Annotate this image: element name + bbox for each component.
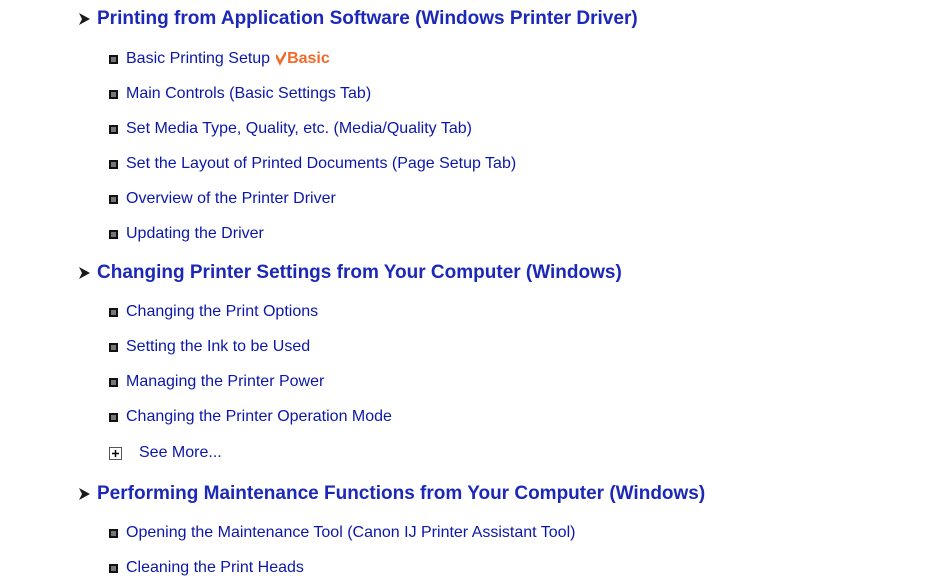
list-item-label: Setting the Ink to be Used — [126, 338, 311, 355]
section-heading-printing[interactable]: Printing from Application Software (Wind… — [79, 8, 638, 30]
list-item[interactable]: Changing the Printer Operation Mode — [109, 407, 392, 427]
list-item-label: Managing the Printer Power — [126, 373, 325, 390]
list-item[interactable]: Set the Layout of Printed Documents (Pag… — [109, 154, 516, 174]
right-arrow-icon — [79, 13, 90, 25]
list-item[interactable]: Changing the Print Options — [109, 302, 318, 322]
list-item-label: Cleaning the Print Heads — [126, 559, 304, 576]
square-bullet-icon — [109, 563, 118, 573]
section-heading-maintenance[interactable]: Performing Maintenance Functions from Yo… — [79, 483, 705, 505]
list-item[interactable]: Overview of the Printer Driver — [109, 189, 336, 209]
square-bullet-icon — [109, 159, 118, 169]
section-heading-text: Performing Maintenance Functions from Yo… — [97, 483, 706, 504]
section-heading-text: Changing Printer Settings from Your Comp… — [97, 262, 622, 283]
square-bullet-icon — [109, 124, 118, 134]
see-more-label: See More... — [139, 444, 222, 461]
checkmark-icon — [276, 52, 287, 66]
list-item[interactable]: Cleaning the Print Heads — [109, 558, 304, 576]
basic-badge-text: Basic — [287, 50, 330, 67]
list-item-label: Set the Layout of Printed Documents (Pag… — [126, 155, 517, 172]
list-item[interactable]: Setting the Ink to be Used — [109, 337, 310, 357]
list-item-label: Basic Printing Setup — [126, 50, 271, 67]
section-heading-text: Printing from Application Software (Wind… — [97, 8, 638, 29]
square-bullet-icon — [109, 194, 118, 204]
list-item[interactable]: Main Controls (Basic Settings Tab) — [109, 84, 371, 104]
basic-badge: Basic — [276, 50, 330, 68]
right-arrow-icon — [79, 488, 90, 500]
square-bullet-icon — [109, 412, 118, 422]
section-heading-settings[interactable]: Changing Printer Settings from Your Comp… — [79, 262, 622, 284]
list-item[interactable]: Opening the Maintenance Tool (Canon IJ P… — [109, 523, 575, 543]
list-item[interactable]: Managing the Printer Power — [109, 372, 324, 392]
list-item-label: Overview of the Printer Driver — [126, 190, 336, 207]
list-item-label: Main Controls (Basic Settings Tab) — [126, 85, 372, 102]
list-item-label: Set Media Type, Quality, etc. (Media/Qua… — [126, 120, 472, 137]
list-item[interactable]: Updating the Driver — [109, 224, 264, 244]
square-bullet-icon — [109, 229, 118, 239]
list-item-label: Changing the Printer Operation Mode — [126, 408, 392, 425]
page: Printing from Application Software (Wind… — [0, 0, 930, 576]
list-item-label: Opening the Maintenance Tool (Canon IJ P… — [126, 524, 576, 541]
right-arrow-icon — [79, 267, 90, 279]
see-more-toggle[interactable]: See More... — [109, 443, 222, 463]
list-item[interactable]: Basic Printing Setup Basic — [109, 49, 330, 69]
list-item-label: Changing the Print Options — [126, 303, 319, 320]
square-bullet-icon — [109, 89, 118, 99]
square-bullet-icon — [109, 528, 118, 538]
square-bullet-icon — [109, 342, 118, 352]
square-bullet-icon — [109, 307, 118, 317]
list-item[interactable]: Set Media Type, Quality, etc. (Media/Qua… — [109, 119, 472, 139]
list-item-label: Updating the Driver — [126, 225, 264, 242]
square-bullet-icon — [109, 377, 118, 387]
plus-box-icon — [109, 446, 122, 460]
square-bullet-icon — [109, 54, 118, 64]
